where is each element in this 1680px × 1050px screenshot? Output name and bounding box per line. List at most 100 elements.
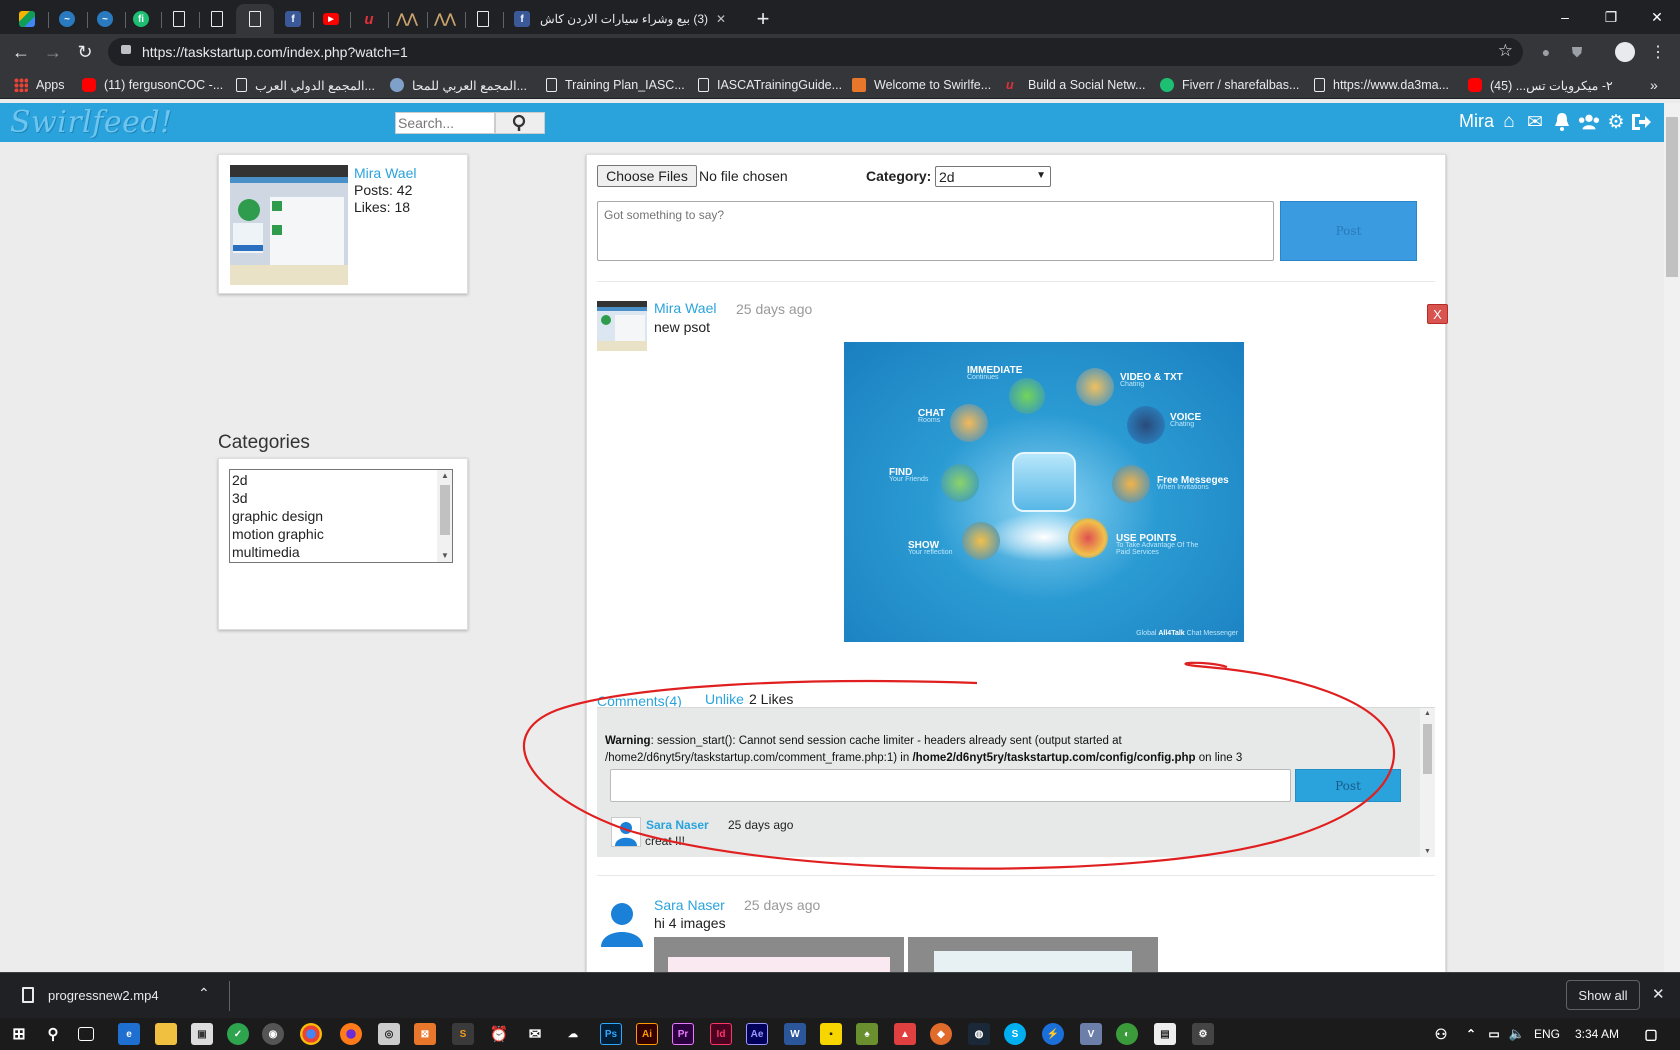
- app-icon[interactable]: ◐: [1116, 1023, 1138, 1045]
- chrome-icon[interactable]: [300, 1023, 322, 1045]
- category-item-3d[interactable]: 3d: [232, 489, 324, 507]
- app-icon[interactable]: ♠: [856, 1023, 878, 1045]
- store-icon[interactable]: ▣: [191, 1023, 213, 1045]
- post-image[interactable]: IMMEDIATE Continues VIDEO & TXT Chating …: [844, 342, 1244, 642]
- chevron-up-icon[interactable]: ⌃: [198, 985, 210, 1002]
- tab-facebook-1[interactable]: f: [276, 4, 310, 34]
- home-icon[interactable]: ⌂: [1498, 111, 1520, 133]
- network-icon[interactable]: ▭: [1483, 1023, 1505, 1045]
- tray-chevron-icon[interactable]: ⌃: [1460, 1023, 1482, 1045]
- clapper-icon[interactable]: ▤: [1154, 1023, 1176, 1045]
- address-bar[interactable]: https://taskstartup.com/index.php?watch=…: [108, 38, 1523, 66]
- search-input[interactable]: Search...: [395, 112, 495, 134]
- task-view-icon[interactable]: [78, 1027, 94, 1041]
- tab-page-1[interactable]: [162, 4, 196, 34]
- gear-icon[interactable]: ⚙: [1605, 111, 1627, 133]
- users-icon[interactable]: [1578, 111, 1600, 133]
- category-item-2d[interactable]: 2d: [232, 471, 324, 489]
- extension-icon-1[interactable]: ●: [1533, 40, 1559, 64]
- defender-icon[interactable]: ✓: [227, 1023, 249, 1045]
- close-window-button[interactable]: ✕: [1634, 0, 1680, 34]
- tab-fiverr[interactable]: fi: [124, 4, 158, 34]
- bookmark-item[interactable]: ٢- ميكرويات تس... (45): [1468, 75, 1613, 95]
- maps-icon[interactable]: ◉: [262, 1023, 284, 1045]
- app-icon[interactable]: V: [1080, 1023, 1102, 1045]
- bookmark-star-icon[interactable]: ☆: [1498, 41, 1513, 61]
- site-logo[interactable]: Swirlfeed!: [10, 105, 173, 140]
- steam-icon[interactable]: ◍: [968, 1023, 990, 1045]
- download-file-name[interactable]: progressnew2.mp4: [48, 988, 159, 1003]
- skype-icon[interactable]: S: [1004, 1023, 1026, 1045]
- language-indicator[interactable]: ENG: [1534, 1027, 1560, 1041]
- minimize-button[interactable]: –: [1542, 0, 1588, 34]
- profile-avatar-image[interactable]: [230, 165, 348, 285]
- tab-page-2[interactable]: [200, 4, 234, 34]
- tab-youtube[interactable]: ▶: [314, 4, 348, 34]
- volume-icon[interactable]: 🔈: [1506, 1023, 1528, 1045]
- after-effects-icon[interactable]: Ae: [746, 1023, 768, 1045]
- word-icon[interactable]: W: [784, 1023, 806, 1045]
- sticky-notes-icon[interactable]: ▪: [820, 1023, 842, 1045]
- post-image-thumb[interactable]: [654, 937, 904, 972]
- search-icon[interactable]: ⚲: [42, 1023, 64, 1045]
- tab-close-icon[interactable]: ✕: [716, 12, 726, 26]
- edge-icon[interactable]: e: [118, 1023, 140, 1045]
- forward-icon[interactable]: →: [40, 40, 66, 64]
- post-button[interactable]: Post: [1280, 201, 1417, 261]
- tab-page-3[interactable]: [466, 4, 500, 34]
- choose-files-button[interactable]: Choose Files: [597, 165, 697, 187]
- post-author-link[interactable]: Sara Naser: [654, 897, 725, 913]
- category-item-graphic-design[interactable]: graphic design: [232, 507, 324, 525]
- shield-extension-icon[interactable]: ⛊: [1564, 40, 1590, 64]
- notifications-icon[interactable]: ▢: [1640, 1023, 1662, 1045]
- back-icon[interactable]: ←: [8, 40, 34, 64]
- post-author-avatar[interactable]: [597, 897, 647, 947]
- tab-swirlfeed-1[interactable]: ~: [50, 4, 84, 34]
- app-icon[interactable]: ⚡: [1042, 1023, 1064, 1045]
- restore-button[interactable]: ❐: [1588, 0, 1634, 34]
- xampp-icon[interactable]: ⊠: [414, 1023, 436, 1045]
- premiere-icon[interactable]: Pr: [672, 1023, 694, 1045]
- bookmark-item[interactable]: Fiverr / sharefalbas...: [1160, 75, 1299, 95]
- bookmark-apps[interactable]: Apps: [14, 75, 65, 95]
- category-select[interactable]: 2d ▼: [935, 166, 1051, 187]
- sublime-icon[interactable]: S: [452, 1023, 474, 1045]
- app-icon[interactable]: ☁: [562, 1023, 584, 1045]
- categories-listbox[interactable]: 2d 3d graphic design motion graphic mult…: [229, 469, 453, 563]
- category-item-motion-graphic[interactable]: motion graphic: [232, 525, 324, 543]
- bell-icon[interactable]: [1551, 111, 1573, 133]
- post-image-thumb[interactable]: [908, 937, 1158, 972]
- user-name-link[interactable]: Mira: [1459, 111, 1494, 132]
- bookmark-item[interactable]: Training Plan_IASC...: [546, 75, 685, 95]
- bookmark-item[interactable]: IASCATrainingGuide...: [698, 75, 842, 95]
- show-all-button[interactable]: Show all: [1566, 980, 1640, 1010]
- category-item-multimedia[interactable]: multimedia: [232, 543, 324, 561]
- popcorn-icon[interactable]: ▲: [894, 1023, 916, 1045]
- new-tab-button[interactable]: +: [748, 4, 778, 34]
- logout-icon[interactable]: [1630, 111, 1652, 133]
- file-explorer-icon[interactable]: [155, 1023, 177, 1045]
- app-icon[interactable]: ◆: [930, 1023, 952, 1045]
- search-button[interactable]: [495, 112, 545, 134]
- delete-post-button[interactable]: X: [1427, 304, 1448, 324]
- tab-swirlfeed-2[interactable]: ~: [88, 4, 122, 34]
- photoshop-icon[interactable]: Ps: [600, 1023, 622, 1045]
- bookmark-item[interactable]: المجمع الدولي العرب...: [236, 75, 375, 95]
- illustrator-icon[interactable]: Ai: [636, 1023, 658, 1045]
- bookmark-item[interactable]: https://www.da3ma...: [1314, 75, 1449, 95]
- tab-facebook-cars[interactable]: f (3) بيع وشراء سيارات الاردن كاش او ✕: [506, 4, 738, 34]
- bookmarks-overflow[interactable]: »: [1650, 75, 1658, 95]
- bookmark-item[interactable]: Welcome to Swirlfe...: [852, 75, 991, 95]
- tab-bird-2[interactable]: ⋀⋀: [428, 4, 462, 34]
- post-author-link[interactable]: Mira Wael: [654, 300, 717, 316]
- menu-icon[interactable]: ⋮: [1645, 40, 1671, 64]
- bookmark-item[interactable]: u Build a Social Netw...: [1006, 75, 1145, 95]
- profile-name-link[interactable]: Mira Wael: [354, 165, 417, 181]
- alarm-icon[interactable]: ⏰: [488, 1023, 510, 1045]
- bookmark-item[interactable]: (11) fergusonCOC -...: [82, 75, 223, 95]
- clock[interactable]: 3:34 AM: [1575, 1027, 1619, 1041]
- camera-icon[interactable]: ◎: [378, 1023, 400, 1045]
- people-icon[interactable]: ⚇: [1430, 1023, 1452, 1045]
- reload-icon[interactable]: ↻: [72, 40, 98, 64]
- firefox-icon[interactable]: [340, 1023, 362, 1045]
